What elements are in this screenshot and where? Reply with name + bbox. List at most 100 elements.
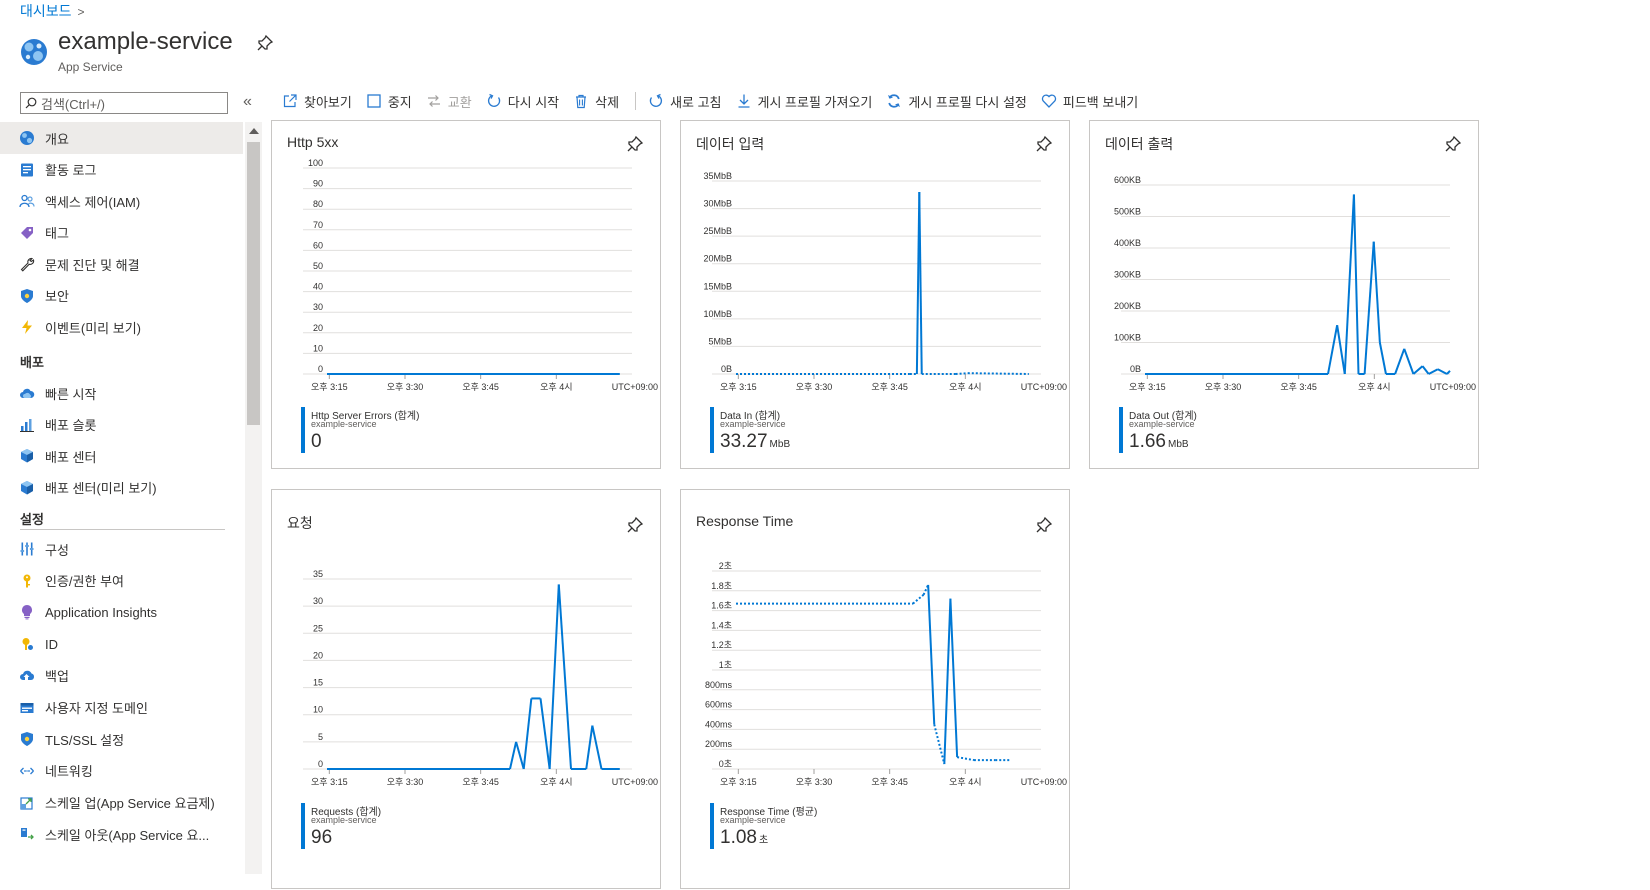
chart-tile-http5xx[interactable]: Http 5xx 100 90 80 70 60 50 40 30 20 10 0 오후 3:15 오후 … (271, 120, 661, 469)
pin-icon[interactable] (256, 34, 274, 52)
y-tick-label: 0 (318, 759, 323, 769)
sidebar-item-shield[interactable]: 보안 (0, 280, 243, 312)
sidebar-item-wrench[interactable]: 문제 진단 및 해결 (0, 248, 243, 280)
y-tick-label: 30MbB (703, 199, 732, 209)
chart-tile-requests[interactable]: 요청 35 30 25 20 15 10 5 0 오후 3:15 오후 3:30 오후 3:45 오후 … (271, 489, 661, 889)
series-line-segment (1394, 348, 1406, 375)
y-tick-label: 5MbB (708, 336, 732, 346)
download-button[interactable]: 게시 프로필 가져오기 (736, 92, 872, 111)
sidebar-item-identity[interactable]: ID (0, 628, 243, 660)
search-input[interactable]: 검색(Ctrl+/) (20, 92, 228, 114)
x-tick-label: 오후 4시 (540, 777, 572, 787)
sidebar-item-people[interactable]: 액세스 제어(IAM) (0, 185, 243, 217)
reset-button[interactable]: 게시 프로필 다시 설정 (886, 92, 1027, 111)
section-header-deploy: 배포 (20, 355, 44, 370)
page-title: example-service (58, 28, 233, 55)
y-tick-label: 1.6초 (711, 601, 732, 611)
heart-button[interactable]: 피드백 보내기 (1041, 92, 1138, 111)
legend-value: 1.08 초 (720, 827, 768, 849)
chart-legend[interactable]: Requests (합계) example-service 96 (301, 803, 501, 849)
series-line-segment (1363, 241, 1375, 375)
sidebar-item-overview[interactable]: 개요 (0, 122, 243, 154)
chart-legend[interactable]: Response Time (평균) example-service 1.08 초 (710, 803, 910, 849)
stop-button[interactable]: 중지 (366, 92, 412, 111)
chart-tile-data-in[interactable]: 데이터 입력 35MbB 30MbB 25MbB 20MbB 15MbB 10MbB 5MbB… (680, 120, 1070, 469)
breadcrumb-dashboard-link[interactable]: 대시보드 (20, 3, 72, 19)
legend-value: 33.27 MbB (720, 431, 790, 453)
toolbar-label: 피드백 보내기 (1062, 94, 1139, 110)
sidebar: 개요 활동 로그 액세스 제어(IAM) 태그 문제 진단 및 해결 보안 이벤트(미리 보… (0, 122, 243, 874)
series-line-segment (1437, 368, 1448, 375)
y-tick-label: 2초 (719, 561, 732, 571)
toolbar-label: 새로 고침 (670, 94, 722, 110)
browse-button[interactable]: 찾아보기 (282, 92, 352, 111)
backup-icon (20, 670, 35, 680)
legend-value-number: 1.08 (720, 827, 757, 848)
sidebar-item-cube[interactable]: 배포 센터 (0, 440, 243, 472)
x-tick-label: 오후 3:45 (871, 382, 908, 392)
activity-log-icon (21, 163, 33, 176)
sidebar-item-label: 배포 센터(미리 보기) (45, 481, 157, 496)
legend-resource-name: example-service (720, 419, 786, 429)
legend-color-bar (301, 803, 305, 849)
scrollbar-thumb[interactable] (247, 142, 260, 425)
series-line-segment (943, 598, 952, 765)
scroll-up-arrow-icon[interactable] (249, 128, 259, 134)
y-tick-label: 15MbB (703, 281, 732, 291)
sidebar-item-tls-shield[interactable]: TLS/SSL 설정 (0, 723, 243, 755)
x-tick-label: 오후 3:15 (311, 382, 348, 392)
sidebar-item-scale-up[interactable]: 스케일 업(App Service 요금제) (0, 787, 243, 819)
sidebar-item-domain[interactable]: 사용자 지정 도메인 (0, 692, 243, 724)
refresh-button[interactable]: 새로 고침 (648, 92, 722, 111)
y-tick-label: 35 (313, 569, 323, 579)
sidebar-item-config[interactable]: 구성 (0, 533, 243, 565)
sidebar-item-slots[interactable]: 배포 슬롯 (0, 409, 243, 441)
chart-legend[interactable]: Data Out (합계) example-service 1.66 MbB (1119, 407, 1319, 453)
y-tick-label: 800ms (705, 680, 733, 690)
y-tick-label: 600ms (705, 700, 733, 710)
y-tick-label: 25 (313, 623, 323, 633)
series-line-segment (515, 741, 525, 770)
y-tick-label: 400ms (705, 719, 733, 729)
sidebar-scrollbar[interactable] (245, 122, 262, 874)
toolbar-label: 중지 (387, 94, 412, 110)
sidebar-item-lightning[interactable]: 이벤트(미리 보기) (0, 311, 243, 343)
domain-icon (20, 702, 34, 713)
y-tick-label: 0B (1130, 364, 1141, 374)
legend-value-unit: MbB (769, 439, 791, 450)
lightning-icon (22, 320, 32, 334)
series-line-segment (933, 724, 946, 765)
sidebar-item-tag[interactable]: 태그 (0, 217, 243, 249)
sidebar-item-label: 사용자 지정 도메인 (45, 701, 148, 716)
timezone-label: UTC+09:00 (1430, 382, 1476, 392)
y-tick-label: 1.8초 (711, 581, 732, 591)
sidebar-item-backup[interactable]: 백업 (0, 660, 243, 692)
series-line-segment (912, 593, 925, 605)
legend-resource-name: example-service (311, 419, 377, 429)
y-tick-label: 5 (318, 732, 323, 742)
swap-icon (427, 95, 440, 107)
sidebar-item-cloud[interactable]: 빠른 시작 (0, 377, 243, 409)
sidebar-item-scale-out[interactable]: 스케일 아웃(App Service 요... (0, 818, 243, 850)
chart-tile-response-time[interactable]: Response Time 2초 1.8초 1.6초 1.4초 1.2초 1초 800ms 60… (680, 489, 1070, 889)
sidebar-item-label: 백업 (45, 669, 69, 685)
sidebar-item-key[interactable]: 인증/권한 부여 (0, 565, 243, 597)
collapse-sidebar-button[interactable]: « (243, 93, 252, 111)
y-tick-label: 300KB (1114, 270, 1141, 280)
cloud-icon (20, 388, 35, 398)
timezone-label: UTC+09:00 (1021, 777, 1067, 787)
restart-button[interactable]: 다시 시작 (486, 92, 559, 111)
legend-color-bar (710, 803, 714, 849)
sidebar-item-label: 네트워킹 (45, 764, 93, 780)
sidebar-item-bulb[interactable]: Application Insights (0, 596, 243, 628)
sidebar-item-cube[interactable]: 배포 센터(미리 보기) (0, 472, 243, 504)
sidebar-item-activity-log[interactable]: 활동 로그 (0, 154, 243, 186)
chart-tile-data-out[interactable]: 데이터 출력 600KB 500KB 400KB 300KB 200KB 100KB 0B 오후… (1089, 120, 1479, 469)
sidebar-item-label: 배포 센터 (45, 449, 97, 465)
delete-button[interactable]: 삭제 (573, 92, 619, 111)
chart-legend[interactable]: Http Server Errors (합계) example-service 0 (301, 407, 501, 453)
chart-legend[interactable]: Data In (합계) example-service 33.27 MbB (710, 407, 910, 453)
sidebar-item-network[interactable]: 네트워킹 (0, 755, 243, 787)
y-tick-label: 600KB (1114, 175, 1141, 185)
sidebar-item-label: TLS/SSL 설정 (45, 732, 125, 748)
